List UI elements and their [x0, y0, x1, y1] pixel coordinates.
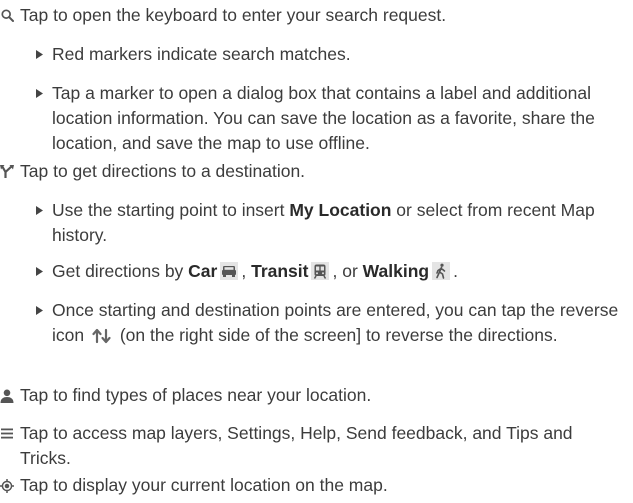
my-location-label: My Location — [289, 200, 392, 220]
list-item: Tap to access map layers, Settings, Help… — [0, 421, 627, 471]
bullet-icon — [34, 198, 44, 223]
reverse-icon — [92, 326, 112, 351]
item-text: Tap to display your current location on … — [20, 475, 388, 495]
item-text: Tap a marker to open a dialog box that c… — [52, 83, 595, 153]
bullet-icon — [34, 81, 44, 106]
item-text: Tap to get directions to a destination. — [20, 161, 306, 181]
item-text: Tap to find types of places near your lo… — [20, 385, 372, 405]
text-segment: (on the right side of the screen] to rev… — [114, 325, 558, 345]
text-segment: Use the starting point to insert — [52, 200, 290, 220]
menu-icon — [0, 421, 14, 446]
text-segment: Get directions by — [52, 261, 189, 281]
item-text: Get directions by Car, Transit , or Walki… — [52, 259, 627, 287]
sub-list-item: Get directions by Car, Transit , or Walki… — [0, 259, 627, 287]
car-label: Car — [188, 261, 218, 281]
item-text: Red markers indicate search matches. — [52, 44, 351, 64]
text-segment: , or — [332, 261, 363, 281]
bullet-icon — [34, 42, 44, 67]
person-icon — [0, 383, 14, 408]
sub-list-item: Tap a marker to open a dialog box that c… — [0, 81, 627, 156]
text-segment: . — [453, 261, 458, 281]
list-item: Tap to open the keyboard to enter your s… — [0, 3, 627, 28]
walking-label: Walking — [362, 261, 430, 281]
sub-list-item: Use the starting point to insert My Loca… — [0, 198, 627, 248]
my-location-icon — [0, 473, 14, 498]
list-item: Tap to find types of places near your lo… — [0, 383, 627, 408]
transit-icon — [311, 262, 330, 287]
list-item: Tap to display your current location on … — [0, 473, 627, 498]
bullet-icon — [34, 298, 44, 323]
sub-list-item: Red markers indicate search matches. — [0, 42, 627, 67]
car-icon — [220, 262, 239, 287]
item-text: Tap to open the keyboard to enter your s… — [20, 5, 447, 25]
search-icon — [0, 3, 14, 28]
directions-icon — [0, 159, 14, 184]
list-item: Tap to get directions to a destination. — [0, 159, 627, 184]
text-segment: , — [241, 261, 252, 281]
sub-list-item: Once starting and destination points are… — [0, 298, 627, 351]
walking-icon — [432, 262, 451, 287]
item-text: Tap to access map layers, Settings, Help… — [20, 423, 573, 468]
item-text: Once starting and destination points are… — [52, 298, 627, 351]
item-text: Use the starting point to insert My Loca… — [52, 198, 627, 248]
transit-label: Transit — [251, 261, 309, 281]
bullet-icon — [34, 259, 44, 284]
